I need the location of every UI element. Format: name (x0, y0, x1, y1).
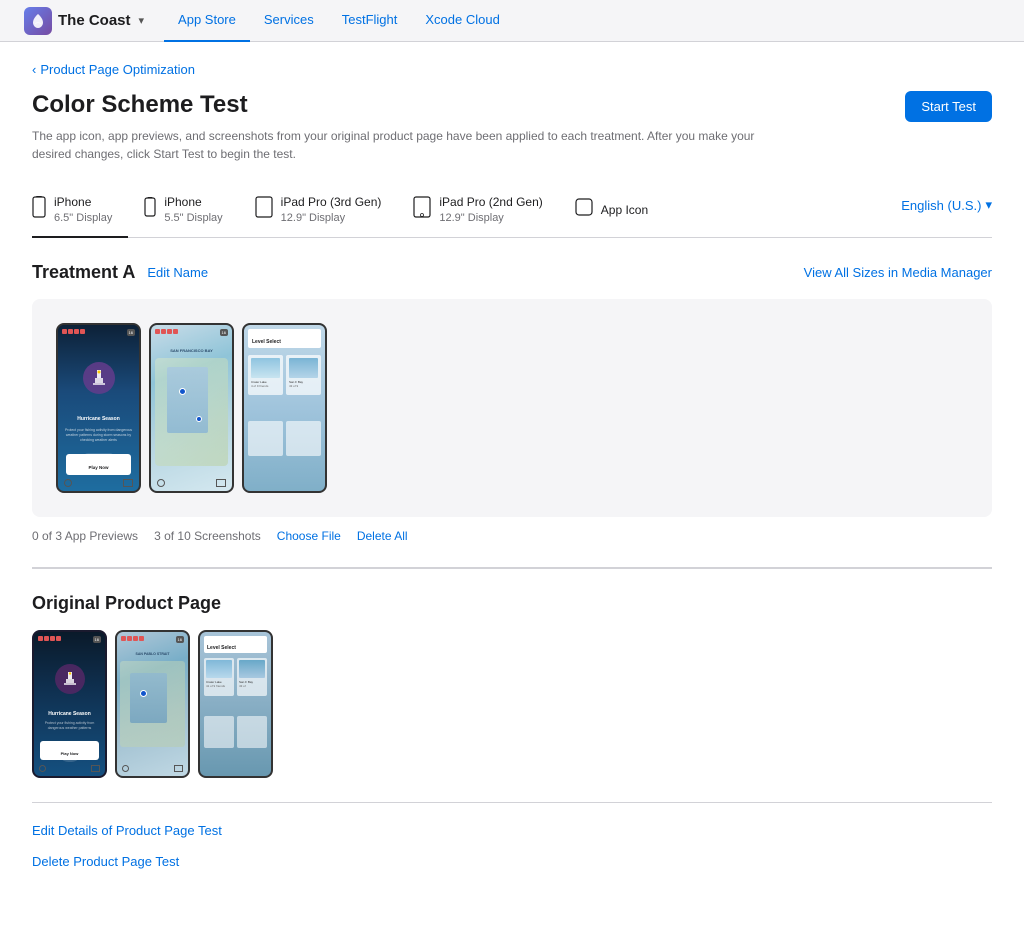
language-chevron: ▾ (985, 197, 992, 213)
treatment-a-header: Treatment A Edit Name View All Sizes in … (32, 262, 992, 283)
device-tab-iphone-55-text: iPhone 5.5" Display (164, 194, 222, 226)
delete-all-link[interactable]: Delete All (357, 529, 408, 543)
language-label: English (U.S.) (901, 198, 981, 213)
main-content: ‹ Product Page Optimization Color Scheme… (0, 42, 1024, 942)
device-tab-ipad-pro-2nd-size: 12.9" Display (439, 211, 542, 226)
nav-tab-xcode-cloud[interactable]: Xcode Cloud (411, 0, 513, 42)
device-tab-iphone-55-size: 5.5" Display (164, 211, 222, 226)
original-section-title: Original Product Page (32, 593, 992, 614)
device-tab-ipad-pro-3rd-size: 12.9" Display (281, 211, 382, 226)
phone-mockup-3: Level Select Crater Lake 4 of 9 friends (242, 323, 327, 493)
ipad-pro-2nd-icon (413, 196, 431, 224)
app-logo-icon (24, 7, 52, 35)
device-tabs: iPhone 6.5" Display iPhone 5.5" Display (32, 183, 992, 238)
device-tab-ipad-pro-2nd-text: iPad Pro (2nd Gen) 12.9" Display (439, 194, 542, 226)
edit-name-link[interactable]: Edit Name (147, 265, 208, 280)
app-previews-count: 0 of 3 App Previews (32, 529, 138, 543)
phone-mockup-1: 16 Hurricane Season Protec (56, 323, 141, 493)
language-selector[interactable]: English (U.S.) ▾ (901, 197, 992, 223)
iphone-55-icon (144, 197, 156, 223)
device-tab-app-icon-text: App Icon (601, 202, 648, 219)
treatment-a-screenshots: 16 Hurricane Season Protec (32, 299, 992, 517)
treatment-a-section: Treatment A Edit Name View All Sizes in … (32, 238, 992, 568)
device-tab-iphone-55-name: iPhone (164, 194, 222, 211)
device-tab-ipad-pro-2nd[interactable]: iPad Pro (2nd Gen) 12.9" Display (413, 184, 558, 238)
original-screenshots: 16 Hurricane Season Protect your fishin (32, 630, 992, 778)
delete-test-link[interactable]: Delete Product Page Test (32, 854, 992, 869)
orig-phone-mockup-3: Level Select Crater Lake 41 of 9 friends… (198, 630, 273, 778)
page-description: The app icon, app previews, and screensh… (32, 127, 772, 163)
device-tab-app-icon-name: App Icon (601, 202, 648, 219)
device-tab-ipad-pro-3rd-name: iPad Pro (3rd Gen) (281, 194, 382, 211)
orig-phone-mockup-1: 16 Hurricane Season Protect your fishin (32, 630, 107, 778)
app-name-chevron: ▾ (139, 14, 145, 27)
screenshot-item-1: 16 Hurricane Season Protec (56, 323, 141, 493)
app-name: The Coast (58, 12, 131, 29)
nav-tab-services[interactable]: Services (250, 0, 328, 42)
device-tab-iphone-55[interactable]: iPhone 5.5" Display (144, 184, 238, 238)
device-tab-iphone-65[interactable]: iPhone 6.5" Display (32, 184, 128, 238)
treatment-a-title: Treatment A (32, 262, 135, 283)
nav-tabs: App Store Services TestFlight Xcode Clou… (164, 0, 514, 42)
nav-tab-app-store[interactable]: App Store (164, 0, 250, 42)
device-tab-ipad-pro-3rd-text: iPad Pro (3rd Gen) 12.9" Display (281, 194, 382, 226)
original-product-page-section: Original Product Page 16 (32, 569, 992, 802)
page-header-left: Color Scheme Test The app icon, app prev… (32, 91, 772, 163)
bottom-links: Edit Details of Product Page Test Delete… (32, 803, 992, 889)
device-tab-ipad-pro-3rd[interactable]: iPad Pro (3rd Gen) 12.9" Display (255, 184, 398, 238)
breadcrumb: ‹ Product Page Optimization (32, 62, 992, 77)
screenshots-count: 3 of 10 Screenshots (154, 529, 261, 543)
app-icon-device-icon (575, 198, 593, 222)
breadcrumb-link[interactable]: Product Page Optimization (40, 62, 195, 77)
device-tab-ipad-pro-2nd-name: iPad Pro (2nd Gen) (439, 194, 542, 211)
choose-file-link[interactable]: Choose File (277, 529, 341, 543)
breadcrumb-arrow: ‹ (32, 62, 36, 77)
page-title: Color Scheme Test (32, 91, 772, 119)
edit-details-link[interactable]: Edit Details of Product Page Test (32, 823, 992, 838)
start-test-button[interactable]: Start Test (905, 91, 992, 122)
orig-screenshot-2: 16 SAN PABLO STRAIT (115, 630, 190, 778)
device-tab-iphone-65-name: iPhone (54, 194, 112, 211)
top-nav: The Coast ▾ App Store Services TestFligh… (0, 0, 1024, 42)
orig-screenshot-3: Level Select Crater Lake 41 of 9 friends… (198, 630, 273, 778)
screenshot-info: 0 of 3 App Previews 3 of 10 Screenshots … (32, 529, 992, 543)
device-tab-app-icon[interactable]: App Icon (575, 188, 664, 234)
orig-phone-mockup-2: 16 SAN PABLO STRAIT (115, 630, 190, 778)
orig-screenshot-1: 16 Hurricane Season Protect your fishin (32, 630, 107, 778)
screenshot-item-2: 16 SAN FRANCISCO BAY (149, 323, 234, 493)
treatment-a-title-row: Treatment A Edit Name (32, 262, 208, 283)
view-all-sizes-link[interactable]: View All Sizes in Media Manager (804, 265, 992, 280)
nav-tab-testflight[interactable]: TestFlight (328, 0, 412, 42)
device-tab-iphone-65-size: 6.5" Display (54, 211, 112, 226)
page-header: Color Scheme Test The app icon, app prev… (32, 91, 992, 163)
app-logo[interactable]: The Coast ▾ (24, 7, 144, 35)
ipad-pro-3rd-icon (255, 196, 273, 224)
device-tabs-list: iPhone 6.5" Display iPhone 5.5" Display (32, 183, 680, 237)
phone-mockup-2: 16 SAN FRANCISCO BAY (149, 323, 234, 493)
iphone-65-icon (32, 196, 46, 224)
screenshot-item-3: Level Select Crater Lake 4 of 9 friends (242, 323, 327, 493)
device-tab-iphone-65-text: iPhone 6.5" Display (54, 194, 112, 226)
